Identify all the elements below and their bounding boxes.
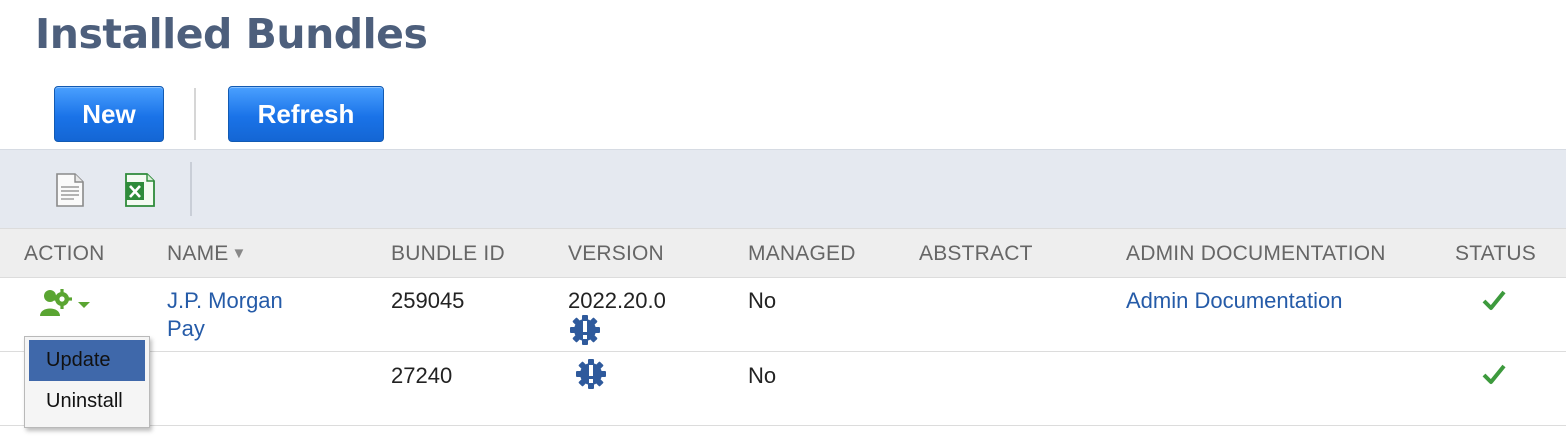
new-button[interactable]: New bbox=[54, 86, 164, 142]
column-header-abstract[interactable]: ABSTRACT bbox=[919, 229, 1033, 279]
table-row bbox=[0, 426, 1566, 436]
check-icon bbox=[1482, 364, 1506, 384]
version-cell: 2022.20.0 bbox=[568, 288, 666, 313]
column-header-admin-documentation[interactable]: ADMIN DOCUMENTATION bbox=[1126, 229, 1386, 279]
button-divider bbox=[194, 88, 196, 140]
table-header: ACTION NAME ▼ BUNDLE ID VERSION MANAGED A… bbox=[0, 228, 1566, 278]
bundle-id-cell: 27240 bbox=[391, 363, 453, 388]
update-available-icon[interactable] bbox=[568, 313, 602, 347]
bundle-name-link[interactable]: J.P. Morgan Pay bbox=[167, 287, 283, 343]
column-header-managed[interactable]: MANAGED bbox=[748, 229, 856, 279]
export-excel-icon[interactable] bbox=[120, 170, 160, 210]
page-title: Installed Bundles bbox=[35, 10, 428, 58]
sort-desc-icon: ▼ bbox=[231, 245, 247, 262]
table-row: 27240 No bbox=[0, 352, 1566, 426]
toolbar-divider bbox=[190, 162, 192, 216]
bundle-name-line-2: Pay bbox=[167, 316, 205, 341]
action-dropdown-menu: Update Uninstall bbox=[24, 336, 150, 428]
list-toolbar bbox=[0, 149, 1566, 228]
bundle-name-line-1: J.P. Morgan bbox=[167, 288, 283, 313]
menu-item-update[interactable]: Update bbox=[29, 340, 145, 381]
column-header-bundle-id[interactable]: BUNDLE ID bbox=[391, 229, 505, 279]
action-menu-icon[interactable] bbox=[38, 286, 94, 322]
managed-cell: No bbox=[748, 288, 777, 313]
menu-item-uninstall[interactable]: Uninstall bbox=[29, 381, 145, 422]
column-header-action: ACTION bbox=[24, 242, 105, 265]
column-header-name-label: NAME bbox=[167, 242, 229, 265]
admin-documentation-link[interactable]: Admin Documentation bbox=[1126, 287, 1342, 315]
print-icon[interactable] bbox=[50, 170, 90, 210]
column-header-version[interactable]: VERSION bbox=[568, 229, 664, 279]
table-row: J.P. Morgan Pay 259045 2022.20.0 No Admi… bbox=[0, 278, 1566, 352]
column-header-name[interactable]: NAME ▼ bbox=[167, 229, 247, 279]
managed-cell: No bbox=[748, 363, 777, 388]
refresh-button[interactable]: Refresh bbox=[228, 86, 384, 142]
column-header-status[interactable]: STATUS bbox=[1455, 229, 1536, 279]
bundle-id-cell: 259045 bbox=[391, 288, 465, 313]
update-available-icon[interactable] bbox=[574, 357, 608, 391]
check-icon bbox=[1482, 290, 1506, 310]
